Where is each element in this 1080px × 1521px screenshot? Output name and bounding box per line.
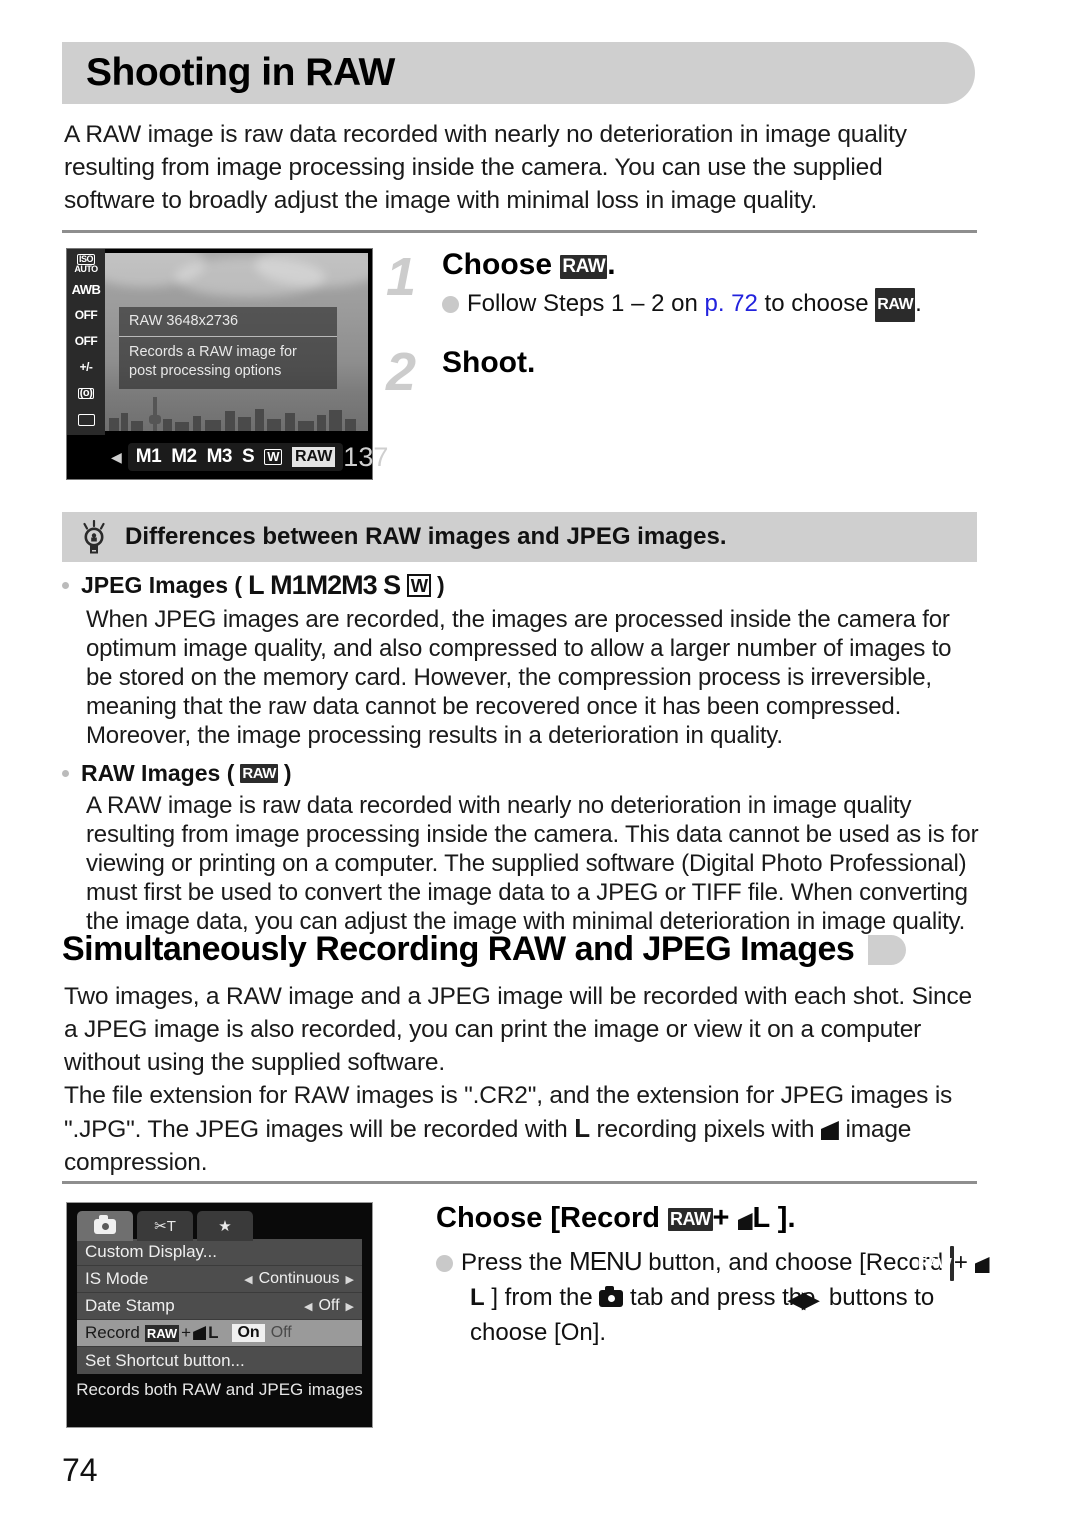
lightbulb-icon bbox=[79, 519, 109, 554]
tab-settings[interactable]: ✂T bbox=[137, 1211, 193, 1241]
raw-icon: RAW bbox=[668, 1208, 713, 1231]
bullet-dot-icon bbox=[436, 1255, 453, 1272]
lcd-info-overlay: RAW 3648x2736 Records a RAW image for po… bbox=[119, 307, 337, 389]
step-1-number: 1 bbox=[386, 247, 417, 307]
selector-left-arrow-icon[interactable]: ◀ bbox=[111, 449, 122, 466]
section-2-paragraph-2: The file extension for RAW images is ".C… bbox=[64, 1082, 953, 1176]
metering-mode-icon: (o) bbox=[77, 387, 95, 399]
my-colors-off-icon: OFF bbox=[74, 308, 98, 322]
recording-pixels-options[interactable]: M1 M2 M3 S W RAW bbox=[127, 443, 344, 471]
menu-item-list: Custom Display... IS Mode ◀ Continuous ▶ D… bbox=[77, 1239, 362, 1374]
caret-right-icon[interactable]: ▶ bbox=[346, 1273, 354, 1286]
page-title: Shooting in RAW bbox=[86, 51, 395, 94]
chapter-title-bar: Shooting in RAW bbox=[62, 42, 975, 104]
fine-compression-icon bbox=[737, 1213, 753, 1230]
iso-auto-icon: ISO AUTO bbox=[74, 253, 98, 274]
tip-title: Differences between RAW images and JPEG … bbox=[125, 523, 727, 550]
caret-right-icon[interactable]: ▶ bbox=[346, 1300, 354, 1313]
raw-icon: RAW bbox=[144, 1324, 180, 1342]
raw-images-label: RAW Images (RAW) bbox=[62, 760, 982, 787]
raw-icon: RAW bbox=[240, 764, 278, 783]
drive-mode-icon bbox=[71, 408, 101, 431]
divider-top bbox=[62, 230, 977, 233]
large-quality-icon: L bbox=[574, 1113, 590, 1143]
section-2-body: Two images, a RAW image and a JPEG image… bbox=[64, 980, 982, 1179]
menu-row-date-stamp[interactable]: Date Stamp ◀ Off ▶ bbox=[77, 1293, 362, 1320]
section-2-heading: Simultaneously Recording RAW and JPEG Im… bbox=[62, 930, 982, 969]
camera-icon bbox=[94, 1214, 116, 1234]
menu-screenshot: ✂T ★ Custom Display... IS Mode ◀ Continuo… bbox=[66, 1202, 373, 1428]
fine-compression-icon bbox=[193, 1326, 207, 1340]
raw-images-paragraph: A RAW image is raw data recorded with ne… bbox=[86, 792, 979, 935]
procedure-2-bullet: Press the MENU button, and choose [Recor… bbox=[436, 1245, 996, 1349]
procedure-2-heading: Choose [Record RAW+ L ]. bbox=[436, 1202, 796, 1234]
step-1-bullet: Follow Steps 1 – 2 on p. 72 to choose RA… bbox=[442, 288, 986, 322]
option-m2[interactable]: M2 bbox=[171, 446, 197, 468]
i-contrast-off-icon: OFF bbox=[74, 334, 98, 348]
intro-paragraph: A RAW image is raw data recorded with ne… bbox=[64, 121, 907, 214]
jpeg-images-paragraph: When JPEG images are recorded, the image… bbox=[86, 606, 952, 749]
raw-icon: RAW bbox=[875, 288, 916, 322]
page-tab-badge-icon bbox=[868, 934, 907, 965]
flash-exposure-comp-icon: +/- bbox=[79, 360, 93, 374]
shots-remaining: 137 bbox=[343, 441, 389, 472]
record-value-off[interactable]: Off bbox=[271, 1324, 292, 1342]
procedure-1: 1 Choose RAW. Follow Steps 1 – 2 on p. 7… bbox=[386, 247, 986, 399]
menu-row-record-raw-jpeg[interactable]: Record RAW + L On Off bbox=[77, 1320, 362, 1347]
menu-tabs: ✂T ★ bbox=[67, 1203, 372, 1241]
widescreen-icon: W bbox=[406, 574, 432, 598]
lcd-info-description: Records a RAW image for post processing … bbox=[129, 344, 297, 379]
white-balance-icon: AWB bbox=[71, 282, 101, 297]
bullet-dot-icon bbox=[442, 296, 459, 313]
page-link[interactable]: p. 72 bbox=[704, 290, 757, 317]
sub-bullet-dot-icon bbox=[62, 582, 69, 589]
section-2-title: Simultaneously Recording RAW and JPEG Im… bbox=[62, 930, 855, 968]
camera-tab-icon bbox=[599, 1286, 624, 1307]
option-m3[interactable]: M3 bbox=[207, 446, 233, 468]
tab-my-menu[interactable]: ★ bbox=[197, 1211, 253, 1241]
fine-compression-icon bbox=[820, 1121, 839, 1140]
step-2-number: 2 bbox=[386, 342, 417, 402]
record-value-on[interactable]: On bbox=[232, 1324, 265, 1342]
caret-left-icon[interactable]: ◀ bbox=[304, 1300, 312, 1313]
record-raw-plus-l-icons: RAW + L bbox=[144, 1323, 219, 1342]
jpeg-quality-icons: L M1M2M3 S W bbox=[248, 570, 432, 601]
option-m1[interactable]: M1 bbox=[136, 446, 162, 468]
lcd-screenshot: ISO AUTO AWB OFF OFF +/- (o) RAW 3648x27… bbox=[66, 248, 388, 480]
fine-compression-icon bbox=[974, 1257, 990, 1273]
manual-page: Shooting in RAW A RAW image is raw data … bbox=[0, 0, 1080, 1521]
menu-row-is-mode[interactable]: IS Mode ◀ Continuous ▶ bbox=[77, 1266, 362, 1293]
procedure-2: Choose [Record RAW+ L ]. Press the MENU … bbox=[436, 1202, 996, 1349]
option-widescreen-icon[interactable]: W bbox=[264, 449, 282, 465]
lcd-selector-bar: ◀ M1 M2 M3 S W RAW 137 bbox=[67, 435, 388, 479]
raw-icon: RAW bbox=[560, 255, 608, 279]
lcd-info-title: RAW 3648x2736 bbox=[119, 307, 337, 337]
divider-bottom bbox=[62, 1181, 977, 1184]
tab-camera[interactable] bbox=[77, 1211, 133, 1241]
menu-footer-hint: Records both RAW and JPEG images bbox=[76, 1380, 363, 1399]
step-1-heading: Choose RAW. bbox=[442, 248, 616, 281]
tip-header-bar: Differences between RAW images and JPEG … bbox=[62, 512, 977, 562]
jpeg-images-label: JPEG Images ( L M1M2M3 S W ) bbox=[62, 570, 982, 601]
section-2-paragraph-1: Two images, a RAW image and a JPEG image… bbox=[64, 983, 972, 1076]
skyline-graphic bbox=[105, 395, 368, 431]
option-s[interactable]: S bbox=[242, 446, 255, 468]
page-number: 74 bbox=[62, 1452, 98, 1488]
menu-button-label: MENU bbox=[569, 1246, 643, 1276]
tip-body: JPEG Images ( L M1M2M3 S W ) When JPEG i… bbox=[62, 570, 982, 946]
menu-row-set-shortcut[interactable]: Set Shortcut button... bbox=[77, 1347, 362, 1374]
sub-bullet-dot-icon bbox=[62, 770, 69, 777]
option-raw-selected[interactable]: RAW bbox=[291, 447, 336, 467]
step-2-heading: Shoot. bbox=[442, 346, 536, 379]
caret-left-icon[interactable]: ◀ bbox=[244, 1273, 252, 1286]
menu-row-custom-display[interactable]: Custom Display... bbox=[77, 1239, 362, 1266]
